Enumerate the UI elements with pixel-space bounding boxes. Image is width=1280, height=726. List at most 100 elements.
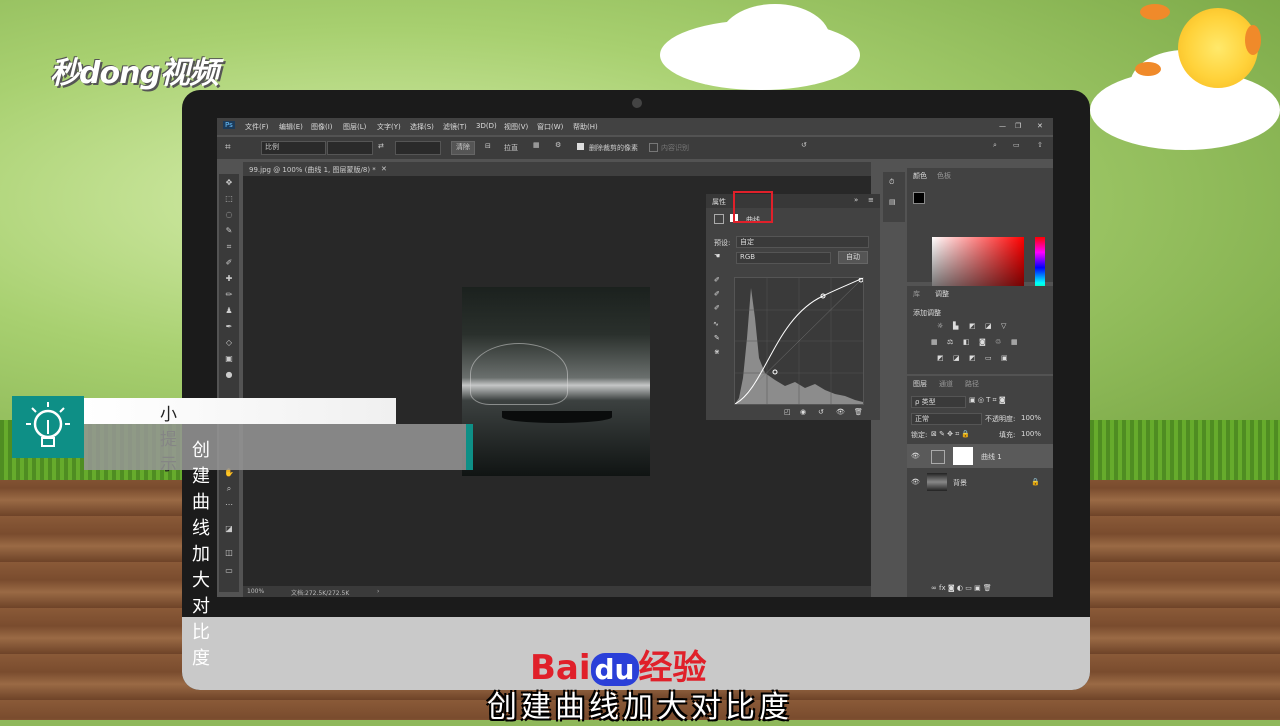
- selective-color-icon[interactable]: ▣: [1001, 354, 1008, 362]
- tab-layers[interactable]: 图层: [913, 379, 927, 389]
- gradient-icon[interactable]: ▣: [223, 354, 235, 364]
- content-aware-checkbox[interactable]: [649, 143, 658, 152]
- close-icon[interactable]: ✕: [1037, 122, 1043, 130]
- fg-bg-color-icon[interactable]: [913, 192, 925, 204]
- menu-select[interactable]: 选择(S): [410, 122, 434, 132]
- tab-properties[interactable]: 属性: [712, 197, 726, 207]
- menu-filter[interactable]: 滤镜(T): [443, 122, 467, 132]
- layer-row-curves[interactable]: 👁 曲线 1: [907, 444, 1053, 468]
- gradient-map-icon[interactable]: ▭: [985, 354, 992, 362]
- reset-adjust-icon[interactable]: ↺: [818, 408, 824, 416]
- share-icon[interactable]: ⇧: [1037, 141, 1043, 149]
- delete-cropped-checkbox[interactable]: [577, 143, 584, 150]
- blend-mode-select[interactable]: 正常: [911, 413, 982, 425]
- swap-icon[interactable]: ⇄: [378, 142, 384, 150]
- tab-swatches[interactable]: 色板: [937, 171, 951, 181]
- history-brush-icon[interactable]: ✒: [223, 322, 235, 332]
- lock-icons[interactable]: ⊠ ✎ ✥ ⌗ 🔒: [931, 430, 970, 439]
- curves-graph[interactable]: [734, 277, 864, 405]
- black-point-eyedropper-icon[interactable]: ✐: [714, 276, 720, 284]
- marquee-tool-icon[interactable]: ⬚: [223, 194, 235, 204]
- width-input[interactable]: [327, 141, 373, 155]
- move-tool-icon[interactable]: ✥: [223, 178, 235, 188]
- curve-point-icon[interactable]: ∿: [713, 320, 719, 328]
- curves-adjust-icon[interactable]: ◩: [969, 322, 976, 330]
- channel-mixer-icon[interactable]: ♲: [995, 338, 1001, 346]
- channel-select[interactable]: RGB: [736, 252, 831, 264]
- reset-icon[interactable]: ↺: [801, 141, 807, 149]
- eraser-icon[interactable]: ◇: [223, 338, 235, 348]
- grid-overlay-icon[interactable]: ▦: [533, 141, 540, 149]
- mask-thumbnail[interactable]: [953, 447, 973, 465]
- kind-filter-select[interactable]: ρ 类型: [911, 396, 966, 408]
- hue-sat-icon[interactable]: ▦: [931, 338, 938, 346]
- minimize-icon[interactable]: —: [999, 122, 1006, 130]
- zoom-level[interactable]: 100%: [247, 588, 264, 595]
- ratio-select[interactable]: 比例: [261, 141, 326, 155]
- blur-icon[interactable]: ●: [223, 370, 235, 380]
- panel-menu-icon[interactable]: ≡: [868, 196, 874, 204]
- menu-window[interactable]: 窗口(W): [537, 122, 563, 132]
- layer-row-background[interactable]: 👁 背景 🔒: [907, 470, 1053, 494]
- panel-collapse-icon[interactable]: »: [854, 196, 858, 204]
- bw-icon[interactable]: ◧: [963, 338, 970, 346]
- eye-icon[interactable]: 👁: [911, 478, 920, 486]
- levels-icon[interactable]: ▙: [953, 322, 958, 330]
- zoom-tool-icon[interactable]: ⌕: [223, 484, 235, 494]
- document-tab[interactable]: 99.jpg @ 100% (曲线 1, 图层蒙版/8) *: [249, 165, 376, 175]
- menu-type[interactable]: 文字(Y): [377, 122, 401, 132]
- delete-adjust-icon[interactable]: 🗑: [854, 408, 863, 416]
- view-previous-icon[interactable]: ◉: [800, 408, 806, 416]
- photo-filter-icon[interactable]: ◙: [979, 338, 986, 346]
- white-point-eyedropper-icon[interactable]: ✐: [714, 304, 720, 312]
- workspace-icon[interactable]: ▭: [1013, 141, 1020, 149]
- tab-color[interactable]: 颜色: [913, 171, 927, 181]
- exposure-icon[interactable]: ◪: [985, 322, 992, 330]
- crop-tool-icon[interactable]: ⌗: [225, 142, 231, 153]
- search-icon[interactable]: ⌕: [993, 141, 997, 150]
- status-arrow-icon[interactable]: ›: [377, 588, 379, 595]
- auto-button[interactable]: 自动: [838, 251, 868, 264]
- visibility-icon[interactable]: 👁: [836, 408, 845, 416]
- history-panel-icon[interactable]: ⏱: [889, 178, 894, 187]
- fill-value[interactable]: 100%: [1021, 430, 1041, 438]
- posterize-icon[interactable]: ◪: [953, 354, 960, 362]
- lock-icon[interactable]: 🔒: [1031, 478, 1040, 486]
- quick-mask-icon[interactable]: ◫: [223, 548, 235, 558]
- filter-icons[interactable]: ▣ ◎ T ⌗ ◙: [969, 396, 1006, 405]
- brightness-icon[interactable]: ☼: [937, 322, 943, 330]
- screen-mode-icon[interactable]: ▭: [223, 566, 235, 576]
- menu-view[interactable]: 视图(V): [504, 122, 528, 132]
- gray-point-eyedropper-icon[interactable]: ✐: [714, 290, 720, 298]
- quick-select-icon[interactable]: ✎: [223, 226, 235, 236]
- lasso-tool-icon[interactable]: ◌: [223, 210, 235, 220]
- vibrance-icon[interactable]: ▽: [1001, 322, 1006, 330]
- settings-gear-icon[interactable]: ⚙: [555, 141, 561, 149]
- menu-layer[interactable]: 图层(L): [343, 122, 366, 132]
- threshold-icon[interactable]: ◩: [969, 354, 976, 362]
- tab-channels[interactable]: 通道: [939, 379, 953, 389]
- brush-icon[interactable]: ✏: [223, 290, 235, 300]
- crop-icon[interactable]: ⌗: [223, 242, 235, 252]
- layer-actions-icons[interactable]: ∞ fx ◙ ◐ ▭ ▣ 🗑: [931, 584, 992, 592]
- restore-icon[interactable]: ❐: [1015, 122, 1021, 130]
- clip-layer-icon[interactable]: ◰: [784, 408, 791, 416]
- more-tools-icon[interactable]: ⋯: [223, 500, 235, 510]
- smooth-curve-icon[interactable]: ⋇: [714, 348, 720, 356]
- preset-select[interactable]: 自定: [736, 236, 869, 248]
- menu-edit[interactable]: 编辑(E): [279, 122, 303, 132]
- tab-adjustments[interactable]: 调整: [935, 289, 949, 299]
- color-swatch-icon[interactable]: ◪: [223, 524, 235, 534]
- pencil-curve-icon[interactable]: ✎: [714, 334, 720, 342]
- healing-brush-icon[interactable]: ✚: [223, 274, 235, 284]
- tab-paths[interactable]: 路径: [965, 379, 979, 389]
- straighten-button[interactable]: 拉直: [504, 143, 518, 153]
- straighten-icon[interactable]: ⊟: [485, 142, 491, 150]
- height-input[interactable]: [395, 141, 441, 155]
- eyedropper-icon[interactable]: ✐: [223, 258, 235, 268]
- opacity-value[interactable]: 100%: [1021, 414, 1041, 422]
- clear-button[interactable]: 清除: [451, 141, 475, 155]
- invert-icon[interactable]: ◩: [937, 354, 944, 362]
- tab-libraries[interactable]: 库: [913, 289, 920, 299]
- color-balance-icon[interactable]: ⚖: [947, 338, 953, 346]
